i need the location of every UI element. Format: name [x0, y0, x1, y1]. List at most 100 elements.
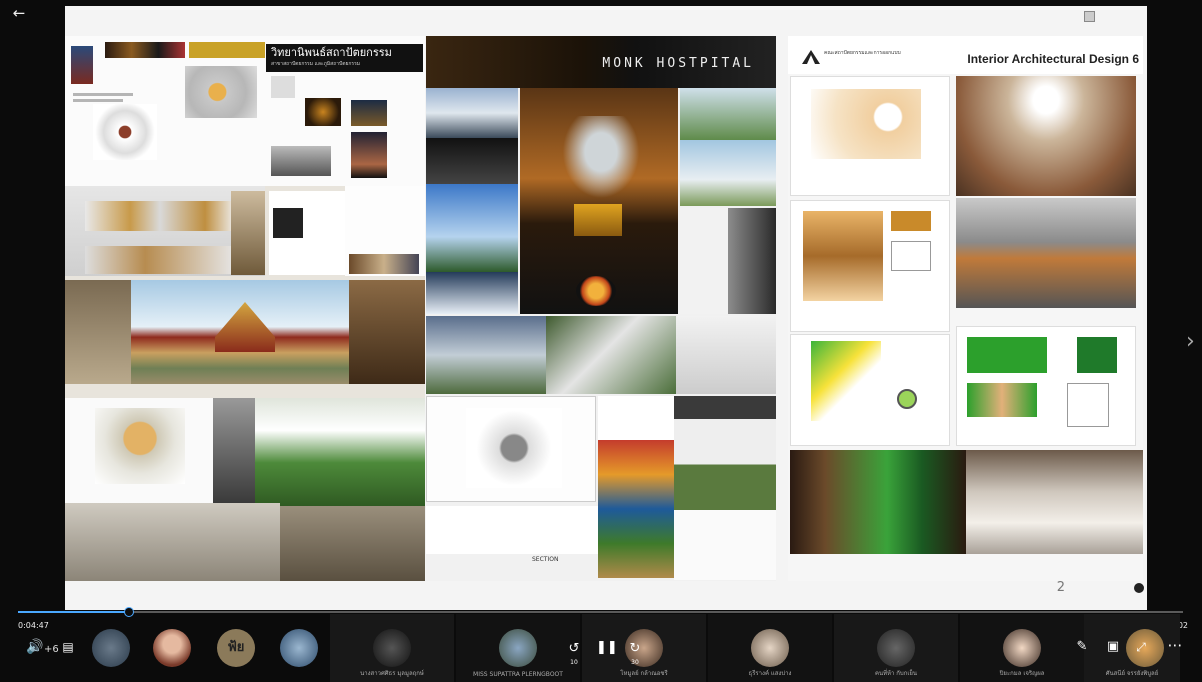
pause-icon[interactable]: ❚❚	[596, 639, 618, 657]
detail-drawing	[891, 211, 931, 231]
interior-header: คณะสถาปัตยกรรมและการออกแบบ Interior Arch…	[788, 36, 1143, 74]
thesis-title: วิทยานิพนธ์สถาปัตยกรรม สาขาสถาปัตยกรรม แ…	[266, 44, 423, 72]
detail-box	[1067, 383, 1109, 427]
night-photo-2	[351, 100, 387, 126]
temple-photo	[351, 132, 387, 178]
middle-poster-panel: MONK HOSTPITAL SECTION	[426, 36, 776, 581]
monk-hospital-title: MONK HOSTPITAL	[602, 56, 754, 71]
participant-tile[interactable]: คนที่ห้า กับกเย็น	[834, 614, 958, 682]
lounge-render	[966, 450, 1143, 554]
pagoda-sketch	[349, 280, 425, 384]
thesis-title-text: วิทยานิพนธ์สถาปัตยกรรม	[271, 46, 392, 59]
more-options-icon[interactable]: ⋯	[1166, 636, 1184, 654]
restaurant-render	[956, 76, 1136, 196]
floor-plan-1	[790, 76, 950, 196]
slide-page-number: 2	[1056, 580, 1065, 595]
monk-title-band: MONK HOSTPITAL	[426, 36, 776, 88]
image-strip	[105, 42, 185, 58]
counter-render	[956, 198, 1136, 308]
collapse-icon[interactable]: ⤢	[1132, 638, 1150, 656]
avatar	[751, 629, 789, 667]
plan-circle	[897, 389, 917, 409]
garden-render	[680, 88, 776, 140]
buddha-render	[426, 88, 518, 138]
elevation-sketch	[85, 201, 235, 231]
picture-in-picture-icon[interactable]: ▣	[1104, 638, 1122, 656]
extra-participants-count: +6	[44, 644, 59, 655]
elevation-1	[790, 200, 950, 332]
avatar-initial[interactable]: ฟ้ย	[217, 629, 255, 667]
next-slide-arrow-icon[interactable]: ›	[1186, 330, 1200, 354]
participant-name: นางสาวศศิธร มุลมูลฤกษ์	[360, 670, 424, 677]
grid-view-icon[interactable]	[1084, 11, 1095, 22]
avatar	[373, 629, 411, 667]
pagoda-photo	[231, 191, 265, 275]
participant-tile[interactable]: นางสาวศศิธร มุลมูลฤกษ์	[330, 614, 454, 682]
avatar	[877, 629, 915, 667]
buddha-render-2	[426, 272, 518, 314]
left-poster-panel: วิทยานิพนธ์สถาปัตยกรรม สาขาสถาปัตยกรรม แ…	[65, 36, 425, 581]
aerial-render	[255, 398, 425, 506]
participant-name: โหมูลย์ กล้าณอชรี	[620, 670, 668, 677]
portrait-photo	[273, 208, 303, 238]
participant-name: คนที่ห้า กับกเย็น	[874, 670, 918, 677]
participant-bar: 🔊 +6 ▤ ฟ้ย นางสาวศศิธร มุลมูลฤกษ์ MISS S…	[0, 614, 1202, 682]
thesis-subtitle-text: สาขาสถาปัตยกรรม และภูมิสถาปัตยกรรม	[271, 61, 361, 67]
section-label: SECTION	[532, 556, 559, 563]
progress-fill	[18, 611, 129, 613]
participant-name: ธุรีรางค์ แสงบ่าง	[748, 670, 792, 677]
green-elevation	[967, 337, 1047, 373]
site-plan-drawing	[466, 408, 562, 488]
landscape-render	[680, 140, 776, 206]
presentation-viewer: ← › วิทยานิพนธ์สถาปัตยกรรม สาขาสถาปัตยกร…	[0, 0, 1202, 682]
avatar[interactable]	[92, 629, 130, 667]
site-plan-2	[674, 510, 776, 580]
right-poster-panel: คณะสถาปัตยกรรมและการออกแบบ Interior Arch…	[788, 36, 1143, 581]
elevation-drawing	[803, 211, 883, 301]
back-arrow-icon[interactable]: ←	[10, 4, 28, 22]
color-plan	[811, 341, 881, 421]
thumbnail	[271, 76, 295, 98]
green-elevation-2	[1077, 337, 1117, 373]
participant-tile[interactable]: MISS SUPATTRA PLERNGBOOT	[456, 614, 580, 682]
dharma-wheel	[576, 276, 616, 306]
avatar[interactable]	[280, 629, 318, 667]
night-photo	[305, 98, 341, 126]
photo-strip	[349, 254, 419, 274]
sky-render	[426, 184, 518, 272]
participant-tile[interactable]: ปิยะกมล เจริญผล	[960, 614, 1084, 682]
avatar[interactable]	[153, 629, 191, 667]
photo-collage	[598, 440, 674, 578]
participant-tile[interactable]: ธุรีรางค์ แสงบ่าง	[708, 614, 832, 682]
figure-image	[71, 46, 93, 84]
face-drawing	[556, 116, 646, 206]
volume-icon[interactable]: 🔊	[24, 638, 46, 656]
forward-seconds: 30	[631, 659, 639, 666]
plan-set	[674, 396, 776, 510]
participant-name: ปิยะกมล เจริญผล	[999, 670, 1045, 677]
avatar	[499, 629, 537, 667]
captions-icon[interactable]: ▤	[59, 638, 77, 656]
elevation-set	[956, 326, 1136, 446]
master-plan-drawing	[95, 408, 185, 484]
floor-plans	[426, 506, 598, 554]
avatar	[1003, 629, 1041, 667]
model-photo-2	[65, 503, 280, 581]
aerial-view	[426, 316, 546, 394]
building-photo	[271, 146, 331, 176]
progress-track	[18, 611, 1183, 613]
participant-name: MISS SUPATTRA PLERNGBOOT	[473, 671, 563, 678]
green-elevation-3	[967, 383, 1037, 417]
model-photo-3	[280, 506, 425, 581]
pencil-icon[interactable]: ✎	[1073, 638, 1091, 656]
header-band	[189, 42, 265, 58]
aerial-view-2	[546, 316, 676, 394]
golden-detail	[574, 204, 622, 236]
slide-indicator	[1134, 583, 1144, 593]
faculty-logo-icon	[802, 50, 820, 64]
elevation-drawing	[676, 316, 776, 394]
faculty-name: คณะสถาปัตยกรรมและการออกแบบ	[824, 50, 901, 56]
interior-design-title: Interior Architectural Design 6	[967, 52, 1139, 66]
elevation-sketch-2	[85, 246, 235, 274]
floor-plan-drawing	[811, 89, 921, 159]
